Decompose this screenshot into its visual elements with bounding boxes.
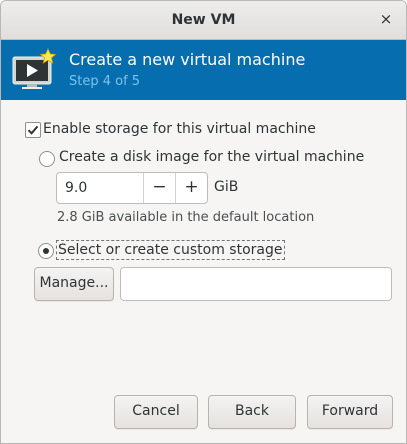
title-bar: New VM × [1, 1, 406, 40]
enable-storage-label: Enable storage for this virtual machine [43, 121, 316, 137]
enable-storage-checkbox[interactable] [25, 122, 41, 138]
custom-storage-path-input[interactable] [120, 267, 392, 301]
available-space-text: 2.8 GiB available in the default locatio… [57, 210, 315, 225]
new-vm-dialog: New VM × Create a new virtual machine St… [0, 0, 407, 444]
wizard-step: Step 4 of 5 [69, 74, 141, 89]
forward-button[interactable]: Forward [307, 395, 393, 429]
checkmark-icon [27, 125, 39, 135]
custom-storage-label: Select or create custom storage [56, 240, 285, 260]
disk-size-spinbutton[interactable]: 9.0 − + [56, 172, 208, 204]
custom-storage-radio[interactable] [38, 243, 54, 259]
wizard-title: Create a new virtual machine [69, 50, 306, 69]
radio-selected-dot [43, 248, 49, 254]
back-button[interactable]: Back [208, 395, 296, 429]
manage-button[interactable]: Manage... [34, 267, 114, 301]
minus-icon[interactable]: − [143, 173, 175, 203]
close-icon[interactable]: × [376, 9, 396, 29]
window-title: New VM [171, 12, 236, 28]
wizard-header: Create a new virtual machine Step 4 of 5 [1, 40, 406, 100]
cancel-button[interactable]: Cancel [114, 395, 198, 429]
disk-image-label: Create a disk image for the virtual mach… [59, 149, 365, 165]
disk-size-value[interactable]: 9.0 [65, 180, 87, 196]
monitor-new-icon [12, 48, 57, 89]
disk-image-radio[interactable] [39, 151, 55, 167]
disk-size-unit: GiB [214, 179, 239, 195]
plus-icon[interactable]: + [175, 173, 207, 203]
